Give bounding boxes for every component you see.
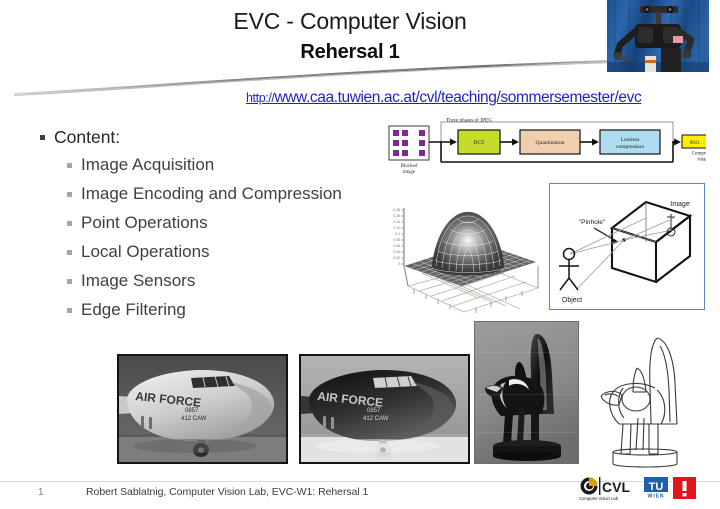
footer-logo-group: CVL Computer Vision Lab TU WIEN (578, 474, 708, 504)
pinhole-camera-diagram: Image "Pinhole" Object (549, 183, 705, 310)
bullet-item-label: Image Encoding and Compression (81, 184, 342, 203)
exclamation-logo (673, 477, 696, 499)
jpeg-stage-label-dct: DCT (473, 140, 485, 146)
svg-text:. . .: . . . (411, 131, 417, 136)
svg-text:CVL: CVL (602, 479, 630, 495)
square-bullet-icon (40, 135, 45, 140)
square-bullet-icon (67, 163, 72, 168)
slide-subtitle: Rehersal 1 (300, 41, 400, 63)
jpeg-output-bits: 0011 . . . 0001 (690, 141, 706, 146)
square-bullet-icon (67, 221, 72, 226)
svg-text:0.14: 0.14 (393, 220, 400, 224)
bullet-heading: Content: (40, 126, 410, 148)
bullet-item-edge-filtering: Edge Filtering (67, 299, 410, 321)
bullet-item-label: Edge Filtering (81, 300, 186, 319)
svg-text:0: 0 (398, 262, 400, 266)
svg-text:0.16: 0.16 (393, 214, 400, 218)
bullet-item-local-operations: Local Operations (67, 241, 410, 263)
blocked-image-label-2: image (403, 170, 416, 175)
jpeg-stage-label-lossless-2: compression (616, 144, 644, 150)
compressed-image-label-1: Compressed (692, 152, 706, 157)
sculpture-edge-drawing (593, 328, 705, 470)
svg-text:0.06: 0.06 (393, 244, 400, 248)
compressed-image-label-2: image (698, 158, 706, 163)
bullet-item-image-encoding: Image Encoding and Compression (67, 183, 410, 205)
jpeg-stage-label-lossless-1: Lossless (621, 137, 640, 143)
url-protocol: http:// (246, 91, 275, 105)
gaussian-surface-plot: 0.18 0.16 0.14 0.12 0.1 0.08 0.06 0.04 0.02 0 (386, 188, 546, 316)
aircraft-photo-inverted: AIR FORCE 0857 412 CAW (299, 354, 470, 464)
blocked-image-label-1: Blocked (401, 164, 418, 169)
slide-canvas: EVC - Computer Vision Rehersal 1 http://… (0, 0, 720, 509)
svg-text:0.12: 0.12 (393, 226, 400, 230)
svg-text:0.04: 0.04 (393, 250, 400, 254)
tu-wien-logo: TU WIEN (644, 477, 668, 500)
bullet-item-image-sensors: Image Sensors (67, 270, 410, 292)
svg-text:Computer Vision Lab: Computer Vision Lab (579, 496, 619, 501)
bullet-item-label: Point Operations (81, 213, 208, 232)
jpeg-group-label: Three phases of JPEG (446, 117, 492, 124)
square-bullet-icon (67, 308, 72, 313)
cvl-logo: CVL Computer Vision Lab (579, 477, 630, 501)
svg-text:0.02: 0.02 (393, 256, 400, 260)
bullet-item-label: Image Acquisition (81, 155, 215, 174)
pinhole-label-image: Image (670, 201, 690, 208)
svg-text:. . .: . . . (411, 151, 417, 156)
pinhole-label-pinhole: "Pinhole" (579, 219, 606, 226)
svg-text:0.1: 0.1 (395, 232, 400, 236)
bullet-item-point-operations: Point Operations (67, 212, 410, 234)
bullet-item-label: Local Operations (81, 242, 210, 261)
svg-text:412 CAW: 412 CAW (363, 416, 389, 422)
square-bullet-icon (67, 250, 72, 255)
square-bullet-icon (67, 192, 72, 197)
svg-text:WIEN: WIEN (647, 494, 664, 500)
bullet-item-label: Image Sensors (81, 271, 196, 290)
robot-photo (607, 0, 709, 72)
jpeg-pipeline-diagram: . . . . . . . . . Blocked image Three phas… (388, 117, 706, 179)
sculpture-photo (474, 321, 579, 464)
jpeg-stage-label-quantization: Quantization (536, 140, 565, 146)
slide-title: EVC - Computer Vision (233, 8, 467, 34)
svg-text:0.08: 0.08 (393, 238, 400, 242)
bullet-item-image-acquisition: Image Acquisition (67, 154, 410, 176)
course-url-link[interactable]: http://www.caa.tuwien.ac.at/cvl/teaching… (246, 89, 642, 107)
footer-text: Robert Sablatnig, Computer Vision Lab, E… (86, 486, 369, 498)
svg-text:. . .: . . . (411, 141, 417, 146)
url-rest: www.caa.tuwien.ac.at/cvl/teaching/sommer… (274, 89, 642, 106)
svg-text:TU: TU (649, 481, 664, 493)
slide-number: 1 (38, 487, 44, 498)
pinhole-label-object: Object (562, 297, 582, 304)
aircraft-photo-original: AIR FORCE 0857 412 CAW (117, 354, 288, 464)
bullet-heading-label: Content: (54, 127, 121, 147)
svg-text:412 CAW: 412 CAW (181, 416, 207, 422)
svg-text:0.18: 0.18 (393, 208, 400, 212)
svg-text:0857: 0857 (185, 408, 199, 414)
svg-text:0857: 0857 (367, 408, 381, 414)
content-bullet-list: Content: Image Acquisition Image Encodin… (40, 126, 410, 328)
square-bullet-icon (67, 279, 72, 284)
